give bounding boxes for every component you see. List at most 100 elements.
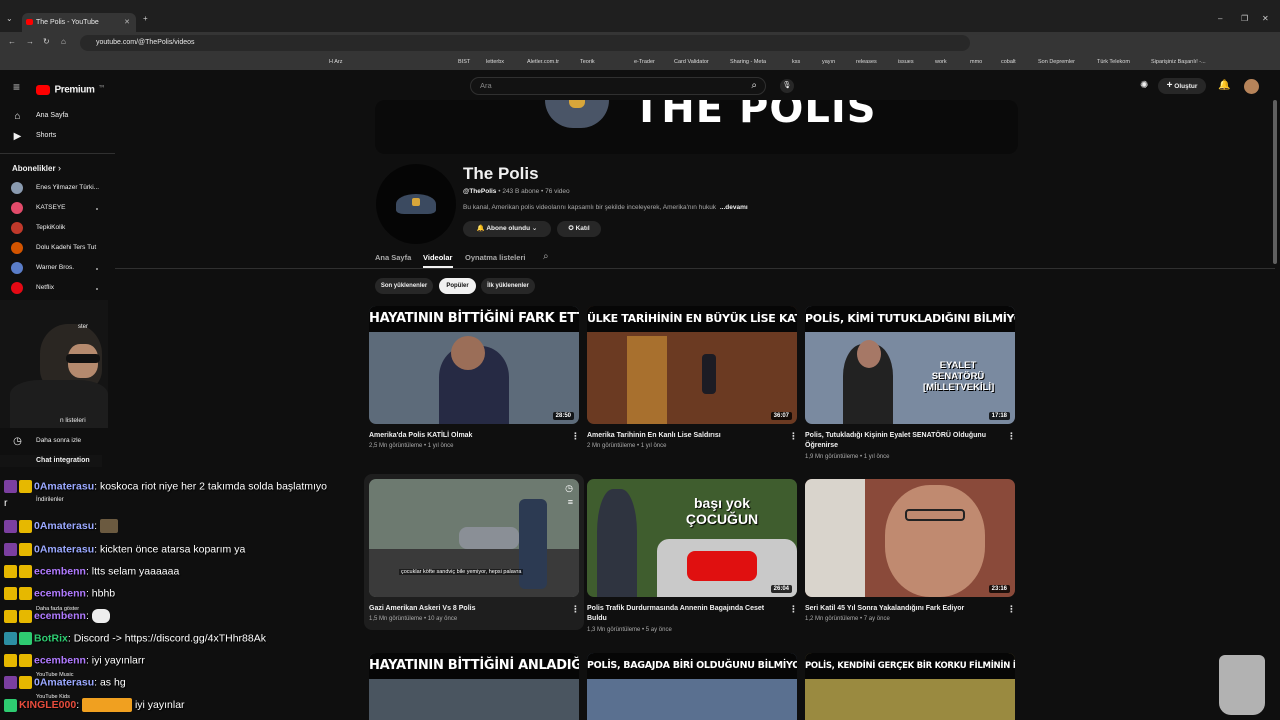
more-actions-icon[interactable]: ⋮ xyxy=(1007,431,1016,442)
tab-search-icon[interactable]: ⌄ xyxy=(6,14,13,23)
sidebar-item-home[interactable]: Ana Sayfa xyxy=(36,112,68,119)
back-icon[interactable]: ← xyxy=(8,37,16,46)
tab-videos[interactable]: Videolar xyxy=(423,253,452,262)
video-thumbnail[interactable]: HAYATININ BİTTİĞİNİ ANLADIĞI AN! xyxy=(369,653,579,720)
video-thumbnail[interactable]: ÜLKE TARİHİNİN EN BÜYÜK LİSE KATLİAMI 36… xyxy=(587,306,797,424)
minimize-icon[interactable]: – xyxy=(1218,14,1222,23)
page-scrollbar[interactable] xyxy=(1273,100,1277,264)
emote-icon xyxy=(82,698,133,712)
chevron-right-icon: › xyxy=(58,163,61,173)
url-text: youtube.com/@ThePolis/videos xyxy=(96,39,195,46)
bookmark-item[interactable]: Siparişiniz Başarılı! -... xyxy=(1151,59,1206,65)
description-more[interactable]: ...devamı xyxy=(720,204,748,211)
bookmark-item[interactable]: BIST xyxy=(458,59,470,65)
more-actions-icon[interactable]: ⋮ xyxy=(789,431,798,442)
chat-message: ecembenn: ltts selam yaaaaaa xyxy=(4,565,179,578)
youtube-logo[interactable]: Premium TR xyxy=(36,81,104,99)
more-actions-icon[interactable]: ⋮ xyxy=(789,604,798,615)
tab-home[interactable]: Ana Sayfa xyxy=(375,253,411,262)
home-browser-icon[interactable]: ⌂ xyxy=(61,37,66,46)
channel-search-icon[interactable]: ⌕ xyxy=(543,251,549,262)
subscription-item[interactable]: KATSEYE xyxy=(36,204,66,211)
filter-oldest[interactable]: İlk yüklenenler xyxy=(481,278,535,294)
watch-later-icon[interactable]: ◷ xyxy=(565,483,573,494)
bookmark-item[interactable]: cobalt xyxy=(1001,59,1016,65)
thumbnail-caption: çocuklar köfte sandviç bile yemiyor, hep… xyxy=(399,569,524,575)
bookmark-item[interactable]: H Arz xyxy=(329,59,342,65)
filter-popular[interactable]: Popüler xyxy=(439,278,476,294)
duration-badge: 23:16 xyxy=(988,585,1010,593)
add-to-queue-icon[interactable]: ≡ xyxy=(568,497,573,507)
video-title[interactable]: Polis Trafik Durdurmasında Annenin Bagaj… xyxy=(587,604,777,624)
create-button[interactable]: + Oluştur xyxy=(1158,78,1206,94)
youtube-play-icon xyxy=(36,84,50,95)
subscription-item[interactable]: Netflix xyxy=(36,284,54,291)
video-thumbnail[interactable]: POLİS, BAGAJDA BİRİ OLDUĞUNU BİLMİYORDU xyxy=(587,653,797,720)
subscriptions-header[interactable]: Abonelikler xyxy=(12,164,56,173)
more-actions-icon[interactable]: ⋮ xyxy=(571,431,580,442)
bookmark-item[interactable]: Son Depremler xyxy=(1038,59,1075,65)
microphone-icon[interactable]: 🎙 xyxy=(780,79,794,93)
notifications-icon[interactable]: 🔔 xyxy=(1218,80,1230,91)
bookmark-item[interactable]: yayın xyxy=(822,59,835,65)
video-title[interactable]: Seri Katil 45 Yıl Sonra Yakalandığını Fa… xyxy=(805,604,995,614)
avatar[interactable] xyxy=(1244,79,1259,94)
video-thumbnail[interactable]: POLİS, KİMİ TUTUKLADIĞINI BİLMİYORDU! EY… xyxy=(805,306,1015,424)
subscription-item[interactable]: Enes Yilmazer Türki... xyxy=(36,184,99,191)
filter-label: İlk yüklenenler xyxy=(487,283,529,289)
video-thumbnail[interactable]: çocuklar köfte sandviç bile yemiyor, hep… xyxy=(369,479,579,597)
video-title[interactable]: Gazi Amerikan Askeri Vs 8 Polis xyxy=(369,604,559,614)
sidebar-partial-item[interactable]: n listeleri xyxy=(60,417,86,424)
subscription-item[interactable]: Warner Bros. xyxy=(36,264,74,271)
address-input[interactable]: youtube.com/@ThePolis/videos xyxy=(80,35,970,51)
tab-playlists[interactable]: Oynatma listeleri xyxy=(465,253,525,262)
video-thumbnail[interactable]: POLİS, KENDİNİ GERÇEK BİR KORKU FİLMİNİN… xyxy=(805,653,1015,720)
bookmark-item[interactable]: releases xyxy=(856,59,877,65)
video-title[interactable]: Amerika Tarihinin En Kanlı Lise Saldırıs… xyxy=(587,431,777,441)
close-window-icon[interactable]: ✕ xyxy=(1262,14,1269,23)
crown-badge-icon xyxy=(4,565,17,578)
bookmark-item[interactable]: Aletler.com.tr xyxy=(527,59,559,65)
cast-icon[interactable]: ✺ xyxy=(1140,80,1148,91)
bookmark-item[interactable]: Türk Telekom xyxy=(1097,59,1130,65)
thumbnail-panel xyxy=(805,479,865,597)
subscription-item[interactable]: Dolu Kadehi Ters Tut xyxy=(36,244,96,251)
search-input[interactable]: Ara ⌕ xyxy=(470,77,766,95)
channel-description[interactable]: Bu kanal, Amerikan polis videolarını kap… xyxy=(463,204,748,211)
bookmark-item[interactable]: issues xyxy=(898,59,914,65)
video-thumbnail[interactable]: HAYATININ BİTTİĞİNİ FARK ETTİĞİ AN! 28:5… xyxy=(369,306,579,424)
more-actions-icon[interactable]: ⋮ xyxy=(571,604,580,615)
bookmark-item[interactable]: Card Validator xyxy=(674,59,709,65)
forward-icon[interactable]: → xyxy=(26,37,34,46)
maximize-icon[interactable]: ❐ xyxy=(1241,14,1248,23)
bookmark-item[interactable]: kss xyxy=(792,59,800,65)
bookmark-item[interactable]: Teorik xyxy=(580,59,595,65)
sidebar-item-watch-later[interactable]: Daha sonra izle xyxy=(36,437,81,444)
channel-meta: @ThePolis • 243 B abone • 76 video xyxy=(463,188,570,195)
menu-icon[interactable]: ≡ xyxy=(13,80,20,94)
video-title[interactable]: Polis, Tutukladığı Kişinin Eyalet SENATÖ… xyxy=(805,431,995,451)
bookmark-item[interactable]: mmo xyxy=(970,59,982,65)
sidebar-partial-item[interactable]: ster xyxy=(78,324,88,330)
bookmark-item[interactable]: letterbx xyxy=(486,59,504,65)
bookmark-item[interactable]: work xyxy=(935,59,947,65)
subscription-item[interactable]: TepkiKolik xyxy=(36,224,65,231)
search-icon[interactable]: ⌕ xyxy=(751,80,757,91)
browser-tab[interactable]: The Polis - YouTube ✕ xyxy=(22,13,136,32)
crown-badge-icon xyxy=(4,587,17,600)
bookmark-item[interactable]: Sharing - Meta xyxy=(730,59,766,65)
sidebar-item-downloads[interactable]: İndirilenler xyxy=(36,497,64,503)
more-actions-icon[interactable]: ⋮ xyxy=(1007,604,1016,615)
reload-icon[interactable]: ↻ xyxy=(43,37,50,46)
sidebar-item-shorts[interactable]: Shorts xyxy=(36,132,56,139)
filter-latest[interactable]: Son yüklenenler xyxy=(375,278,433,294)
subscribed-button[interactable]: 🔔 Abone olundu ⌄ xyxy=(463,221,551,237)
join-button[interactable]: ✪ Katıl xyxy=(557,221,601,237)
close-tab-icon[interactable]: ✕ xyxy=(124,13,130,32)
video-title[interactable]: Amerika'da Polis KATİLİ Olmak xyxy=(369,431,559,441)
video-thumbnail[interactable]: başı yok ÇOCUĞUN 26:04 xyxy=(587,479,797,597)
video-thumbnail[interactable]: 23:16 xyxy=(805,479,1015,597)
bookmark-item[interactable]: e-Trader xyxy=(634,59,655,65)
home-icon: ⌂ xyxy=(14,111,21,122)
new-tab-icon[interactable]: + xyxy=(143,14,148,23)
